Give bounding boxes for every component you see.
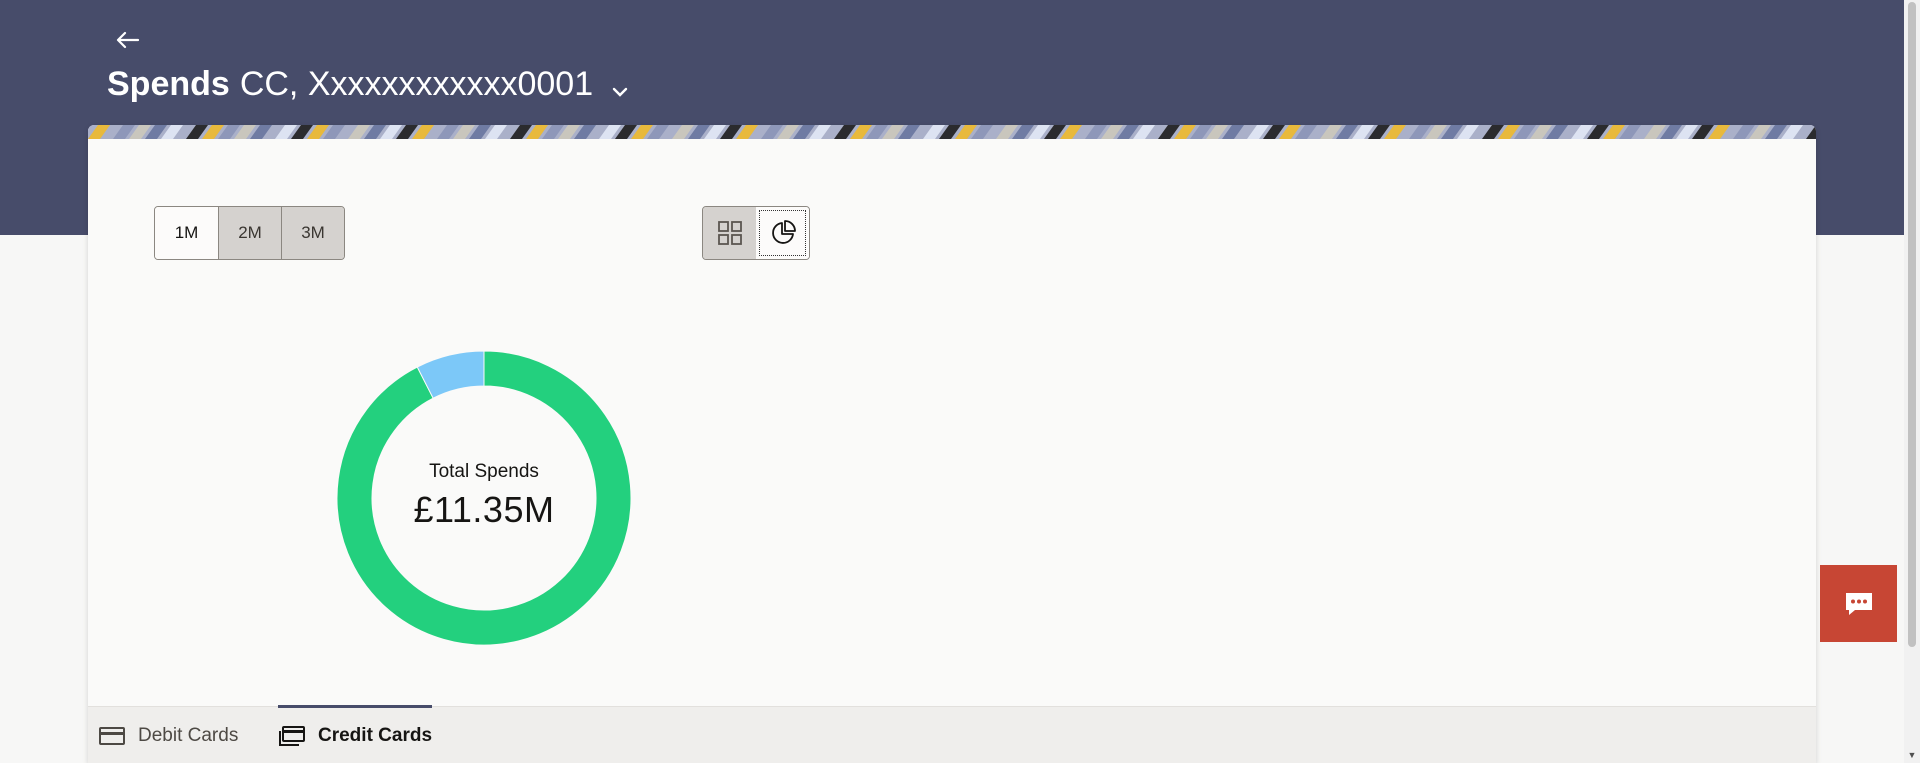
tab-credit-cards-label: Credit Cards: [318, 724, 433, 746]
grid-view-button[interactable]: [703, 207, 756, 259]
back-arrow-icon[interactable]: [112, 24, 144, 56]
period-option-2m[interactable]: 2M: [218, 207, 281, 259]
tab-debit-cards-label: Debit Cards: [138, 724, 239, 746]
scroll-down-arrow-icon[interactable]: ▼: [1904, 749, 1920, 761]
pie-view-button[interactable]: [756, 207, 809, 259]
card-type-tabs: Debit Cards Credit Cards: [88, 705, 1816, 763]
credit-card-icon: [279, 725, 305, 746]
debit-card-icon: [99, 726, 125, 745]
scrollbar-thumb[interactable]: [1908, 2, 1916, 647]
donut-svg: [336, 350, 632, 646]
chevron-down-icon: [609, 73, 631, 97]
period-option-1m[interactable]: 1M: [155, 207, 218, 259]
account-label: CC, Xxxxxxxxxxxx0001: [239, 64, 594, 103]
donut-slice-0[interactable]: [336, 350, 632, 646]
chat-button[interactable]: [1820, 565, 1897, 642]
vertical-scrollbar[interactable]: ▼: [1904, 0, 1920, 763]
page-title: Spends: [107, 64, 230, 103]
pie-chart-icon: [771, 220, 796, 244]
decorative-banner: [88, 125, 1816, 139]
spends-card: 1M 2M 3M Total Spends £11.35M Debit Card…: [88, 125, 1816, 763]
period-option-3m[interactable]: 3M: [281, 207, 344, 259]
grid-view-icon: [717, 221, 742, 245]
chat-bubble-icon: [1845, 592, 1872, 615]
period-selector: 1M 2M 3M: [154, 206, 345, 260]
account-selector[interactable]: Spends CC, Xxxxxxxxxxxx0001: [107, 60, 631, 108]
tab-debit-cards[interactable]: Debit Cards: [98, 707, 238, 763]
spends-donut-chart: Total Spends £11.35M: [333, 347, 635, 649]
tab-credit-cards[interactable]: Credit Cards: [278, 705, 433, 763]
view-toggle: [702, 206, 810, 260]
